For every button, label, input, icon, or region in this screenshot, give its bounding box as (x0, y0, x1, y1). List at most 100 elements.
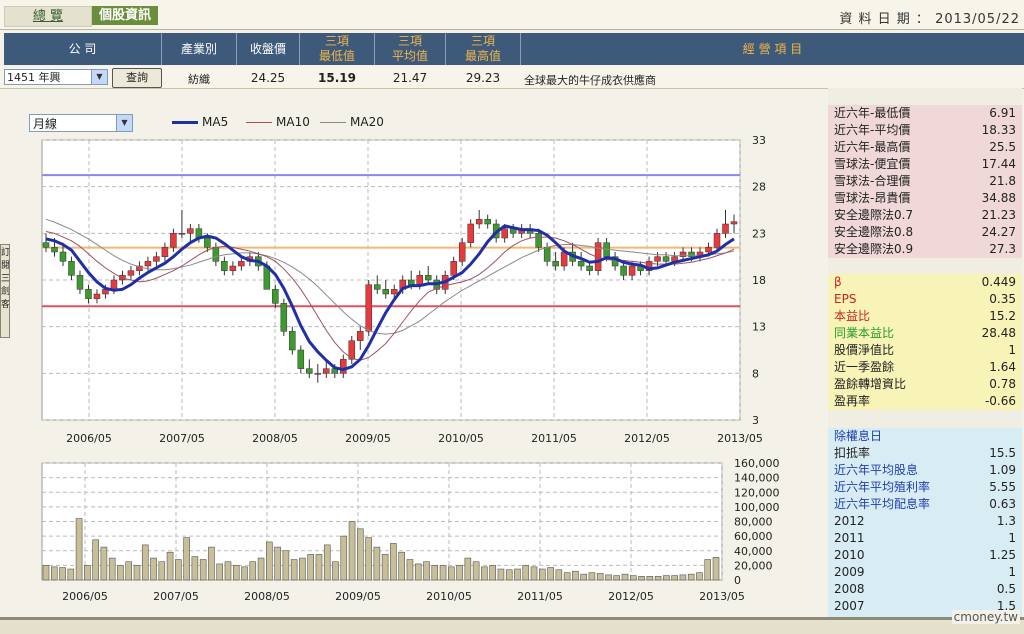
panel-row-value: 1.64 (989, 360, 1016, 374)
panel-row-value: 1.09 (989, 463, 1016, 477)
volume-bar (315, 554, 323, 581)
volume-bar (348, 521, 356, 581)
candle-body (620, 265, 627, 276)
volume-bar (249, 561, 257, 581)
panel-row: 2012 1.3 (828, 513, 1022, 530)
candle-body (85, 289, 92, 299)
candle-body (730, 221, 738, 225)
price-x-tick-label: 2008/05 (252, 432, 298, 445)
candle-body (187, 228, 194, 234)
panel-row-label: 安全邊際法0.7 (834, 208, 914, 222)
candle-body (484, 219, 491, 225)
panel-row: 2011 1 (828, 530, 1022, 547)
volume-bar (75, 518, 83, 581)
panel-row: 2008 0.5 (828, 581, 1022, 598)
panel-row: 扣抵率 15.5 (828, 445, 1022, 462)
volume-bar (522, 565, 530, 581)
panel-row-label: 安全邊際法0.9 (834, 242, 914, 256)
candle-body (42, 242, 50, 248)
volume-bar (629, 575, 637, 581)
candle-body (424, 275, 432, 281)
volume-bar (663, 575, 670, 581)
volume-bar (456, 565, 463, 581)
volume-bar (381, 554, 389, 581)
volume-bar (464, 557, 472, 581)
candle-body (722, 223, 729, 234)
candle-body (543, 247, 551, 262)
panel-row-value: 1.3 (996, 514, 1016, 528)
volume-bar (299, 557, 306, 581)
panel-row-value: 27.3 (989, 242, 1016, 256)
footer-bar (0, 617, 1024, 634)
candle-body (127, 270, 135, 276)
candle-body (297, 349, 305, 369)
panel-row-value: 5.55 (989, 480, 1016, 494)
volume-bar (125, 561, 133, 581)
price-y-tick-label: 13 (752, 321, 766, 334)
panel-row: 盈餘轉增資比 0.78 (828, 376, 1022, 393)
panel-row-value: 0.449 (981, 275, 1016, 289)
candle-body (144, 261, 152, 267)
panel-row-value: 1 (1008, 531, 1016, 545)
volume-y-tick-label: 120,000 (734, 486, 780, 499)
panel-row-value: 17.44 (981, 157, 1016, 171)
panel-row-value: 34.88 (981, 191, 1016, 205)
price-x-tick-label: 2009/05 (345, 432, 391, 445)
panel-row-label: 2007 (834, 599, 865, 613)
candle-body (59, 251, 67, 262)
candle-body (204, 237, 211, 248)
volume-bar (117, 565, 124, 581)
candle-body (340, 359, 347, 374)
candle-body (93, 293, 101, 299)
price-y-tick-label: 33 (752, 134, 766, 147)
panel-row: 股價淨值比 1 (828, 342, 1022, 359)
candle-body (153, 256, 160, 262)
volume-y-tick-label: 40,000 (734, 545, 773, 558)
volume-bar (232, 565, 240, 581)
panel-row: 近六年平均配息率 0.63 (828, 496, 1022, 513)
dividend-title: 除權息日 (828, 428, 1022, 445)
volume-bar (505, 569, 513, 581)
candle-body (76, 275, 84, 290)
panel-row-value: -0.66 (984, 394, 1016, 408)
panel-row-label: 雪球法-便宜價 (834, 157, 911, 171)
volume-y-tick-label: 80,000 (734, 516, 773, 529)
volume-bar (323, 544, 331, 581)
volume-bar (671, 575, 678, 581)
panel-row-label: 盈再率 (834, 394, 871, 408)
volume-bar (290, 559, 298, 581)
panel-row-value: 0.5 (996, 582, 1016, 596)
volume-bar (42, 565, 50, 581)
volume-bar (257, 557, 265, 581)
candle-body (365, 284, 373, 332)
panel-row-label: 同業本益比 (834, 326, 895, 340)
volume-bar (84, 565, 91, 581)
volume-bar (141, 544, 149, 581)
volume-bar (439, 565, 447, 581)
candle-body (586, 265, 593, 271)
volume-bar (414, 563, 422, 581)
panel-row-label: 2008 (834, 582, 865, 596)
volume-bar (108, 557, 116, 581)
panel-row-label: 近六年平均殖利率 (834, 480, 931, 494)
panel-row-label: 本益比 (834, 309, 871, 323)
volume-bar (646, 576, 654, 581)
volume-bar (530, 566, 538, 581)
volume-bar (266, 541, 273, 581)
volume-y-tick-label: 0 (734, 574, 741, 587)
candle-body (51, 247, 58, 253)
volume-bar (497, 568, 505, 581)
candle-body (552, 261, 559, 267)
volume-bar (208, 546, 215, 581)
panel-row-label: β (834, 275, 842, 289)
volume-bar (150, 557, 157, 581)
volume-bar (67, 568, 75, 581)
panel-row-label: 雪球法-昂貴價 (834, 191, 911, 205)
volume-bar (596, 573, 604, 581)
panel-row-value: 1 (1008, 565, 1016, 579)
volume-bar (481, 566, 488, 581)
panel-row-label: 扣抵率 (834, 446, 871, 460)
candle-body (535, 233, 542, 248)
volume-bar (241, 566, 248, 581)
panel-row-value: 21.23 (981, 208, 1016, 222)
